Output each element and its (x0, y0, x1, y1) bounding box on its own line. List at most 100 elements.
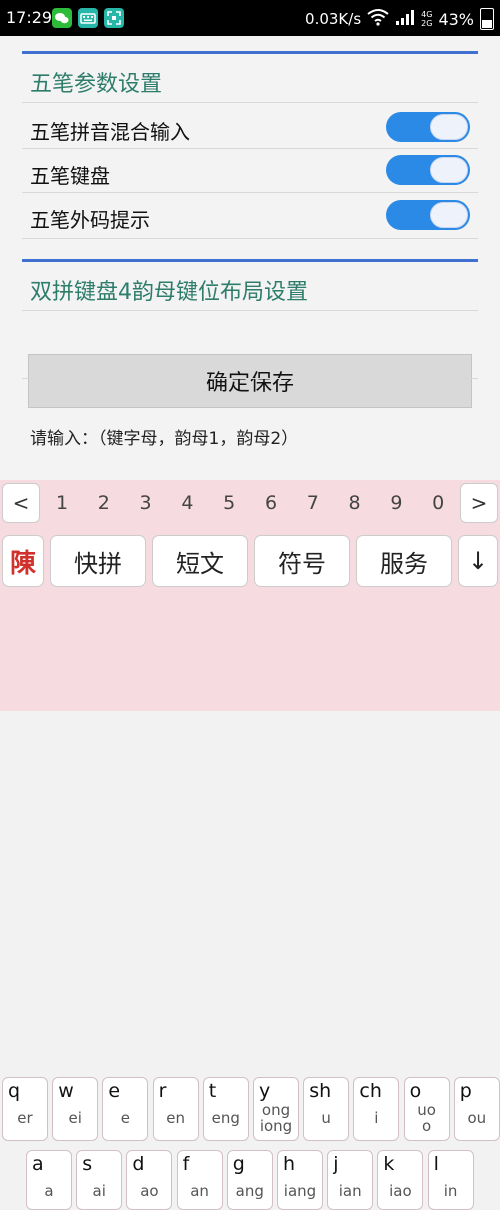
key-final: iang (283, 1182, 317, 1200)
short-text-key[interactable]: 短文 (152, 535, 248, 587)
toggle-wubi-keyboard[interactable] (386, 155, 470, 185)
key-d[interactable]: d ao (126, 1150, 173, 1210)
wifi-icon (367, 8, 389, 30)
setting-label-mixed-input: 五笔拼音混合输入 (30, 120, 190, 144)
key-letter: k (383, 1153, 395, 1175)
row-divider (22, 378, 478, 379)
key-sh[interactable]: sh u (303, 1077, 350, 1141)
candidate-number-0[interactable]: 0 (423, 492, 453, 514)
key-letter: p (459, 1080, 472, 1102)
key-q[interactable]: q er (2, 1077, 48, 1141)
key-final: ao (140, 1182, 159, 1200)
toggle-mixed-input[interactable] (386, 112, 470, 142)
settings-panel: 五笔参数设置 五笔拼音混合输入 五笔键盘 五笔外码提示 双拼键盘4韵母键位布局设… (0, 36, 500, 480)
key-y[interactable]: y ong iong (253, 1077, 299, 1141)
quick-pinyin-key[interactable]: 快拼 (50, 535, 146, 587)
ime-logo-key[interactable]: 陳 (2, 535, 44, 587)
key-final: ian (338, 1182, 362, 1200)
toggle-knob (430, 157, 468, 183)
keyboard-notify-icon (78, 8, 98, 28)
key-final: ang (235, 1182, 264, 1200)
key-letter: l (433, 1153, 439, 1175)
key-o[interactable]: o uo o (403, 1077, 450, 1141)
key-letter: ch (359, 1080, 382, 1102)
candidate-number-7[interactable]: 7 (298, 492, 328, 514)
key-final: iao (389, 1182, 412, 1200)
collapse-keyboard-key[interactable]: ↓ (458, 535, 498, 587)
section-title-wubi: 五笔参数设置 (30, 72, 163, 97)
candidate-number-5[interactable]: 5 (214, 492, 244, 514)
key-g[interactable]: g ang (226, 1150, 273, 1210)
key-final: uo o (417, 1101, 436, 1135)
status-time: 17:29 (6, 8, 53, 27)
key-final: u (321, 1109, 331, 1127)
key-final: ong iong (259, 1101, 293, 1135)
save-button[interactable]: 确定保存 (28, 354, 472, 408)
wechat-icon (52, 8, 72, 28)
key-final: i (374, 1109, 379, 1127)
function-row: 陳 快拼 短文 符号 服务 ↓ (0, 532, 500, 592)
input-hint: 请输入：（键字母，韵母1，韵母2） (30, 429, 299, 449)
soft-keyboard: < > 1234567890 陳 快拼 短文 符号 服务 ↓ q er w ei e e r… (0, 480, 500, 1210)
section-divider (22, 259, 478, 262)
key-letter: f (182, 1153, 190, 1175)
key-letter: t (208, 1080, 217, 1102)
key-final: in (443, 1182, 458, 1200)
key-j[interactable]: j ian (327, 1150, 374, 1210)
key-final: an (190, 1182, 209, 1200)
key-k[interactable]: k iao (377, 1150, 424, 1210)
key-l[interactable]: l in (427, 1150, 474, 1210)
key-t[interactable]: t eng (202, 1077, 249, 1141)
network-speed: 0.03K/s (305, 10, 362, 28)
service-key[interactable]: 服务 (356, 535, 452, 587)
key-letter: h (283, 1153, 296, 1175)
next-page-button[interactable]: > (460, 483, 498, 523)
toggle-code-hint[interactable] (386, 200, 470, 230)
key-final: ai (92, 1182, 106, 1200)
symbols-key[interactable]: 符号 (254, 535, 350, 587)
candidate-number-3[interactable]: 3 (131, 492, 161, 514)
battery-percent: 43% (438, 9, 474, 29)
candidate-number-1[interactable]: 1 (47, 492, 77, 514)
setting-label-wubi-keyboard: 五笔键盘 (30, 164, 110, 188)
scan-icon (104, 8, 124, 28)
key-letter: r (158, 1080, 167, 1102)
key-w[interactable]: w ei (52, 1077, 99, 1141)
key-ch[interactable]: ch i (353, 1077, 400, 1141)
prev-page-button[interactable]: < (2, 483, 40, 523)
key-f[interactable]: f an (176, 1150, 223, 1210)
candidate-number-2[interactable]: 2 (89, 492, 119, 514)
key-a[interactable]: aa (26, 1150, 72, 1210)
status-bar: 17:29 0.03K/s 4G 2G 43% (0, 0, 500, 36)
key-letter: o (409, 1080, 422, 1102)
row-divider (22, 310, 478, 311)
key-letter: e (108, 1080, 121, 1102)
key-r[interactable]: r en (152, 1077, 199, 1141)
key-letter: j (333, 1153, 339, 1175)
key-letter: q (8, 1080, 21, 1102)
key-letter: y (259, 1080, 271, 1102)
key-final: ou (467, 1109, 487, 1127)
key-s[interactable]: s ai (76, 1150, 123, 1210)
key-letter: g (232, 1153, 245, 1175)
candidate-number-4[interactable]: 4 (172, 492, 202, 514)
toggle-knob (430, 114, 468, 140)
network-type-label: 4G 2G (421, 10, 433, 28)
key-e[interactable]: ee (102, 1077, 149, 1141)
key-letter: s (82, 1153, 93, 1175)
battery-icon (480, 8, 494, 30)
key-final: e (120, 1109, 130, 1127)
candidate-bar: < > 1234567890 (0, 480, 500, 528)
row-divider (22, 148, 478, 149)
candidate-number-8[interactable]: 8 (340, 492, 370, 514)
key-h[interactable]: h iang (277, 1150, 323, 1210)
candidate-number-9[interactable]: 9 (381, 492, 411, 514)
key-letter: sh (309, 1080, 332, 1102)
key-p[interactable]: p ou (453, 1077, 500, 1141)
key-letter: w (58, 1080, 74, 1102)
candidate-number-6[interactable]: 6 (256, 492, 286, 514)
row-divider (22, 192, 478, 193)
setting-label-code-hint: 五笔外码提示 (30, 208, 150, 232)
key-final: a (44, 1182, 54, 1200)
row-divider (22, 238, 478, 239)
